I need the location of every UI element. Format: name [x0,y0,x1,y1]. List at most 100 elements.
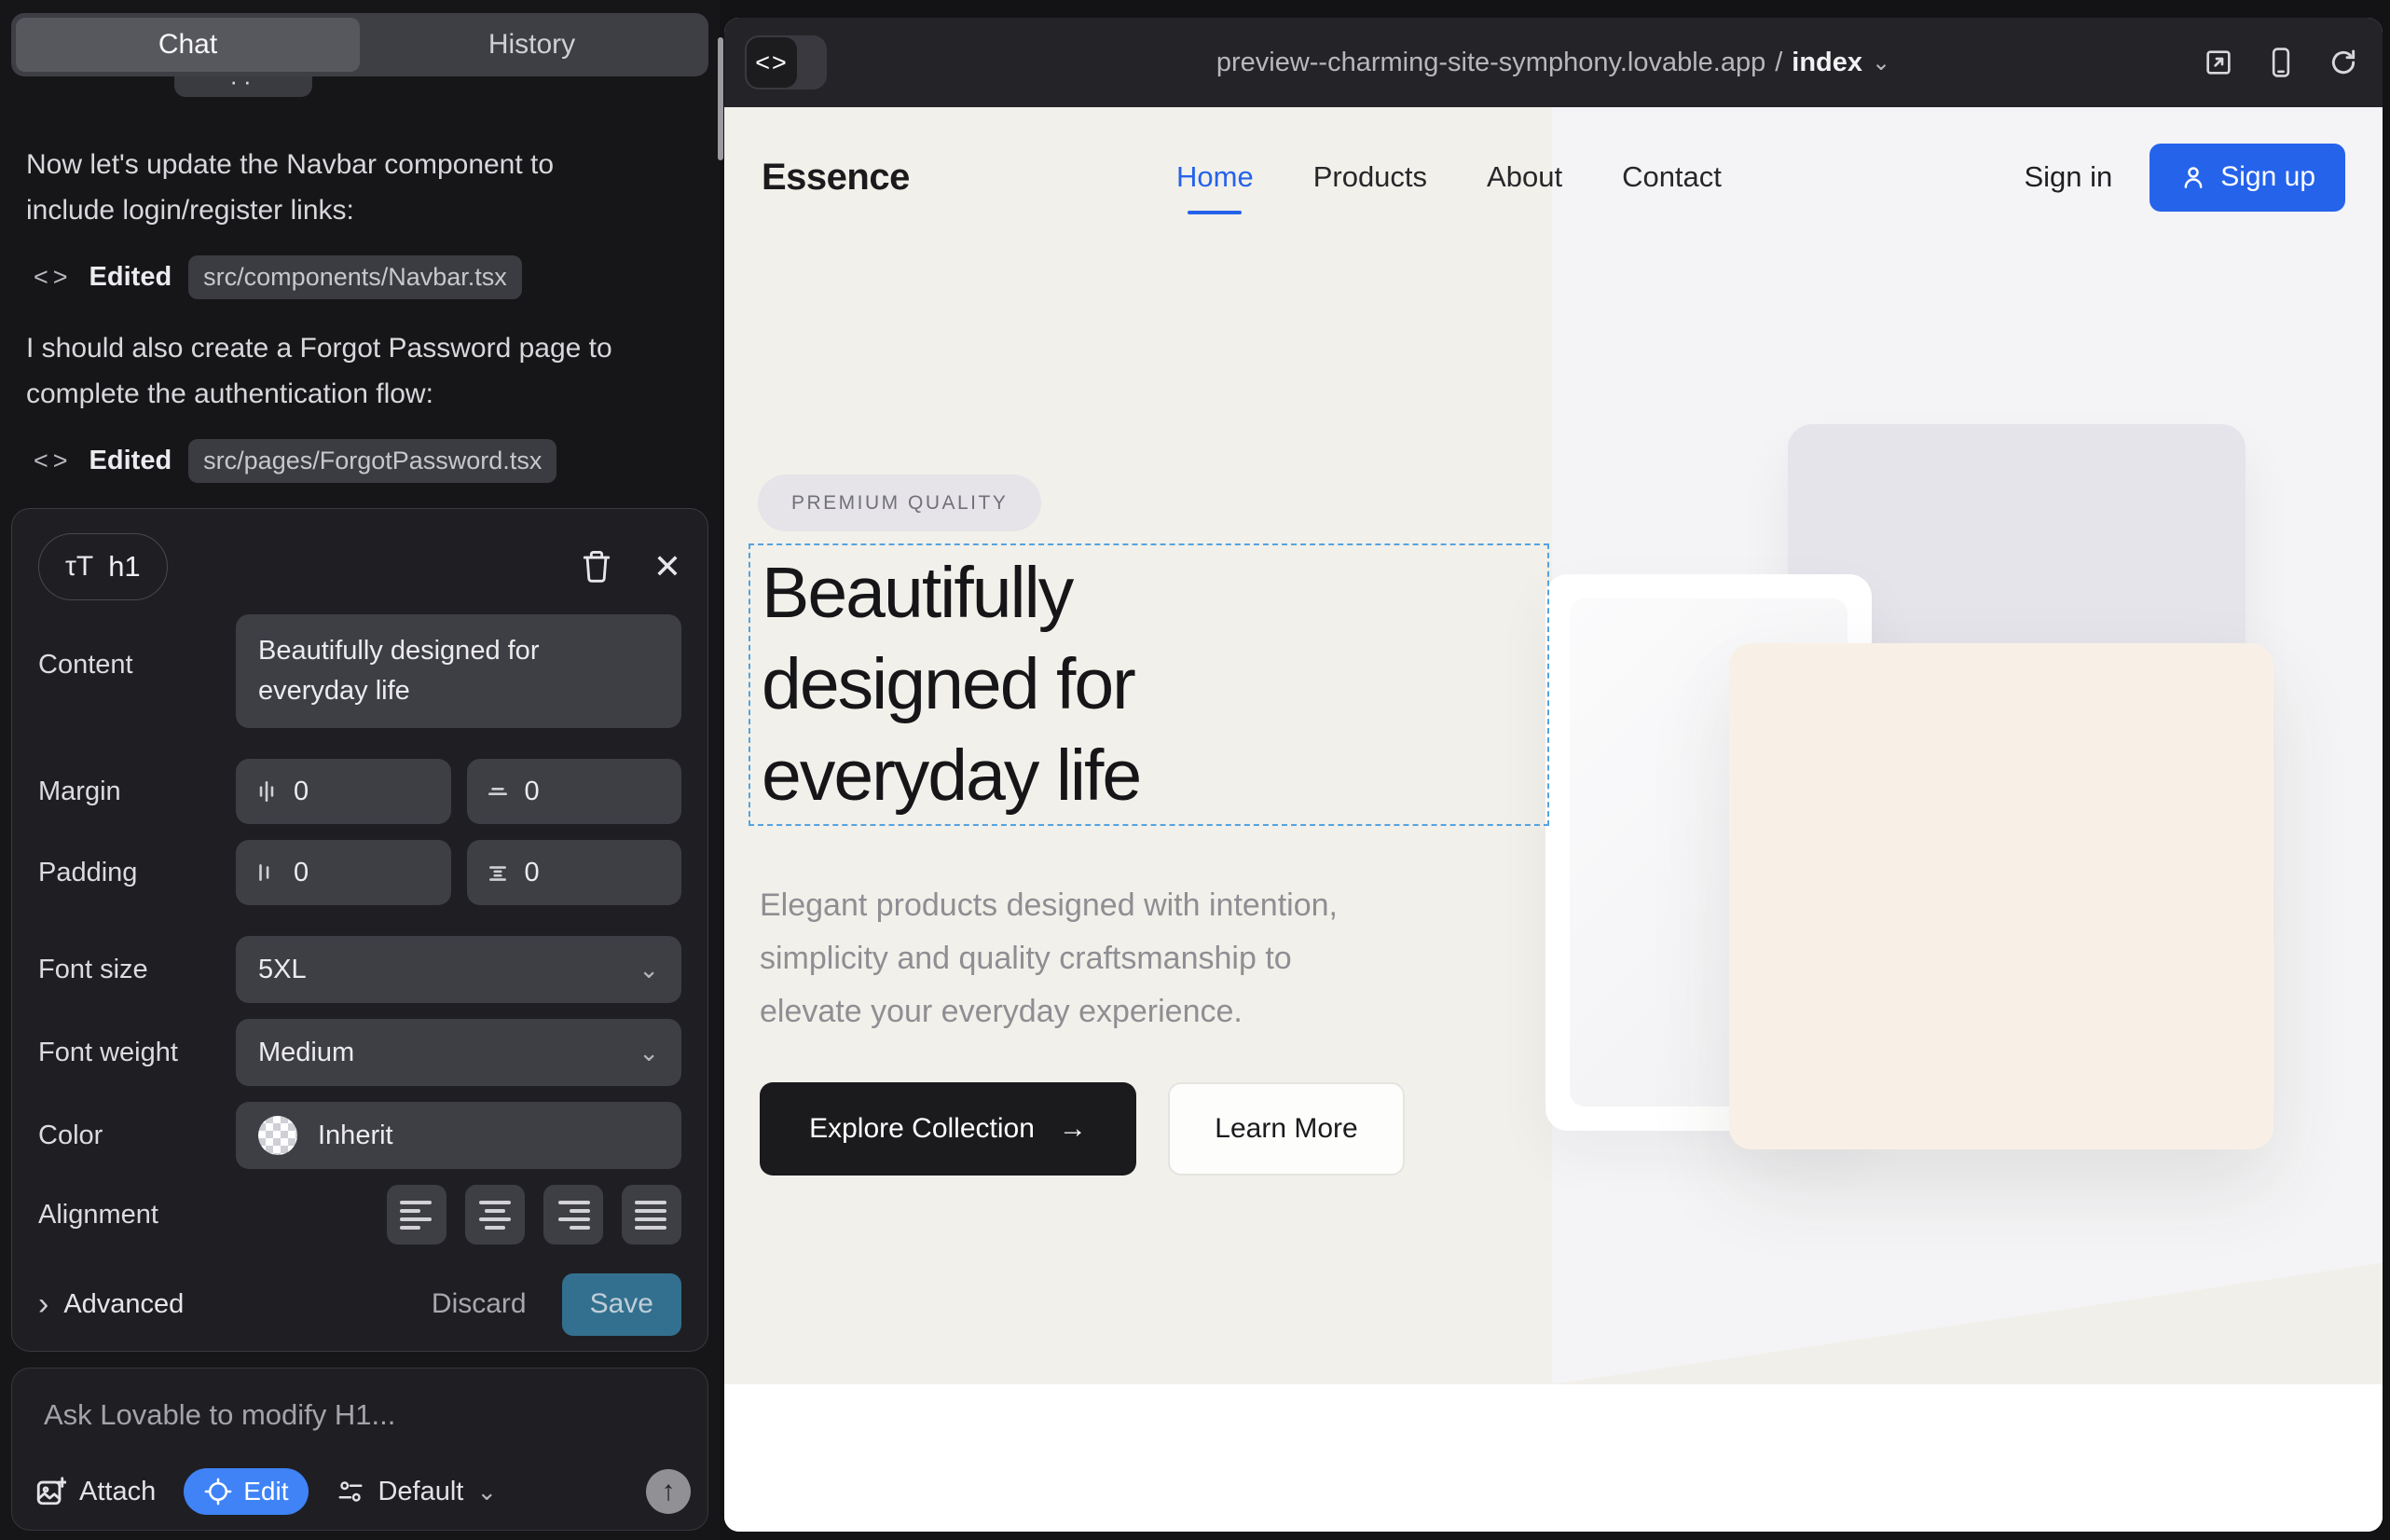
code-toggle-active-segment[interactable]: <> [747,37,797,88]
file-path-badge[interactable]: src/pages/ForgotPassword.tsx [188,439,556,483]
advanced-label: Advanced [63,1289,184,1320]
user-icon [2179,163,2207,191]
alignment-row: Alignment [38,1185,681,1244]
advanced-toggle[interactable]: › Advanced [38,1288,184,1320]
font-weight-value: Medium [258,1038,354,1068]
edit-mode-button[interactable]: Edit [184,1468,309,1515]
hero-heading-line: everyday life [762,730,1140,821]
edited-label: Edited [89,262,172,293]
delete-element-button[interactable] [581,549,612,584]
font-size-select[interactable]: 5XL ⌄ [236,936,681,1003]
save-button[interactable]: Save [562,1273,681,1336]
image-plus-icon [34,1476,66,1507]
refresh-button[interactable] [2328,48,2358,77]
trash-icon [581,549,612,584]
element-tag-label: h1 [108,550,140,584]
padding-y-value: 0 [525,858,540,888]
h1-selection-outline[interactable]: Beautifully designed for everyday life [749,543,1549,826]
edited-file-row: <> Edited src/components/Navbar.tsx [34,255,697,299]
chevron-down-icon: ⌄ [639,956,659,984]
align-justify-button[interactable] [622,1185,681,1244]
composer-input[interactable]: Ask Lovable to modify H1... [34,1391,685,1439]
padding-x-input[interactable]: 0 [236,840,451,905]
font-size-row: Font size 5XL ⌄ [38,936,681,1003]
url-path: index [1792,48,1862,78]
explore-collection-button[interactable]: Explore Collection → [760,1082,1136,1176]
padding-label: Padding [38,858,236,888]
color-label: Color [38,1121,236,1151]
font-size-label: Font size [38,955,236,985]
sidebar-tabbar: Chat History [11,13,708,76]
url-domain: preview--charming-site-symphony.lovable.… [1216,48,1765,78]
explore-collection-label: Explore Collection [809,1113,1035,1145]
nav-link-products[interactable]: Products [1313,160,1427,194]
padding-row: Padding 0 0 [38,840,681,905]
open-in-new-tab-button[interactable] [2204,48,2233,77]
align-right-button[interactable] [543,1185,603,1244]
tab-chat[interactable]: Chat [16,18,360,72]
hero-cta-group: Explore Collection → Learn More [760,1082,1405,1176]
nav-link-home[interactable]: Home [1176,160,1254,194]
sign-in-button[interactable]: Sign in [2024,160,2112,194]
learn-more-button[interactable]: Learn More [1168,1082,1405,1176]
padding-y-input[interactable]: 0 [467,840,682,905]
hero-paragraph: Elegant products designed with intention… [760,879,1338,1038]
chevron-right-icon: › [38,1288,48,1320]
selected-element-chip[interactable]: τT h1 [38,533,168,600]
content-label: Content [38,650,236,681]
sidebar-scrollbar[interactable] [718,37,723,160]
file-path-badge[interactable]: src/components/Navbar.tsx [188,255,522,299]
code-icon: <> [34,447,73,475]
mobile-view-button[interactable] [2267,47,2295,78]
transparent-color-swatch-icon [258,1116,297,1155]
margin-x-value: 0 [294,777,309,807]
site-logo[interactable]: Essence [762,157,910,199]
assistant-message: Now let's update the Navbar component to… [26,142,697,233]
message-line: I should also create a Forgot Password p… [26,325,697,371]
nav-link-about[interactable]: About [1487,160,1562,194]
font-weight-label: Font weight [38,1038,236,1068]
mode-select[interactable]: Default ⌄ [337,1477,497,1507]
sliders-icon [337,1478,364,1506]
content-input[interactable]: Beautifully designed for everyday life [236,614,681,728]
next-section-background [724,1384,2383,1532]
margin-vertical-icon [486,779,510,804]
preview-url[interactable]: preview--charming-site-symphony.lovable.… [1216,48,1890,78]
hero-heading-line: Beautifully [762,547,1140,639]
discard-button[interactable]: Discard [432,1288,527,1320]
align-left-icon [400,1201,432,1204]
content-value-line: Beautifully designed for [258,631,539,671]
sign-up-button[interactable]: Sign up [2150,144,2345,212]
close-panel-button[interactable]: ✕ [653,547,681,586]
hero-paragraph-line: Elegant products designed with intention… [760,879,1338,932]
tab-chat-label: Chat [158,29,217,61]
ellipsis-dots-icon: ·· [229,76,256,86]
content-row: Content Beautifully designed for everyda… [38,614,681,728]
code-preview-toggle[interactable]: <> [745,35,827,89]
code-icon: <> [34,263,73,292]
nav-link-contact[interactable]: Contact [1622,160,1722,194]
margin-y-input[interactable]: 0 [467,759,682,824]
align-left-button[interactable] [387,1185,446,1244]
site-navbar: Essence Home Products About Contact Sign… [724,107,2383,247]
editor-footer: › Advanced Discard Save [38,1272,681,1336]
message-line: include login/register links: [26,187,697,233]
color-select[interactable]: Inherit [236,1102,681,1169]
send-button[interactable]: ↑ [646,1469,691,1514]
edit-label: Edit [243,1477,288,1506]
align-center-button[interactable] [465,1185,525,1244]
message-line: complete the authentication flow: [26,371,697,417]
arrow-right-icon: → [1059,1113,1087,1145]
code-icon: <> [755,48,789,77]
attach-label: Attach [79,1477,156,1507]
margin-x-input[interactable]: 0 [236,759,451,824]
hero-heading-line: designed for [762,639,1140,730]
margin-y-value: 0 [525,777,540,807]
tab-history[interactable]: History [360,18,704,72]
attach-button[interactable]: Attach [34,1476,156,1507]
content-value-line: everyday life [258,671,410,711]
hero-heading[interactable]: Beautifully designed for everyday life [762,547,1140,821]
padding-vertical-icon [486,860,510,885]
font-weight-select[interactable]: Medium ⌄ [236,1019,681,1086]
align-center-icon [479,1201,511,1204]
